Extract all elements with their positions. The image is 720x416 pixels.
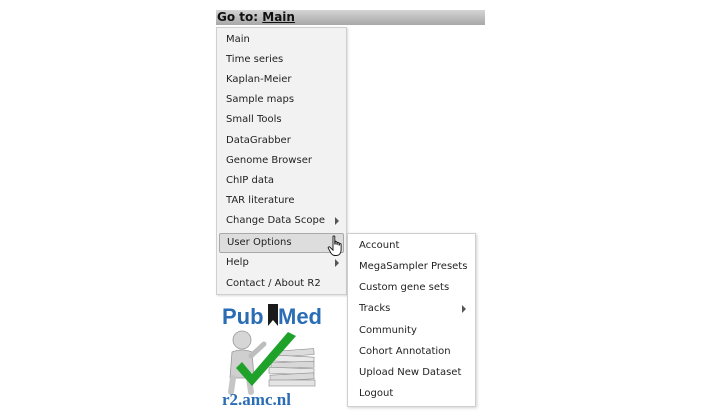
menu-item-label: Sample maps bbox=[226, 94, 295, 105]
submenu-item-label: Cohort Annotation bbox=[359, 346, 451, 357]
menu-item-chip-data[interactable]: ChIP data bbox=[219, 171, 344, 191]
menu-item-time-series[interactable]: Time series bbox=[219, 50, 344, 70]
chevron-right-icon bbox=[335, 217, 339, 225]
goto-main-link[interactable]: Main bbox=[262, 10, 295, 24]
menu-item-tar-literature[interactable]: TAR literature bbox=[219, 191, 344, 211]
menu-item-user-options[interactable]: User Options bbox=[219, 233, 344, 253]
submenu-item-label: Logout bbox=[359, 388, 394, 399]
menu-item-genome-browser[interactable]: Genome Browser bbox=[219, 151, 344, 171]
menu-item-contact-about[interactable]: Contact / About R2 bbox=[219, 274, 344, 294]
menu-item-help[interactable]: Help bbox=[219, 253, 344, 273]
submenu-item-label: Custom gene sets bbox=[359, 282, 450, 293]
goto-prefix: Go to: bbox=[217, 10, 259, 24]
chevron-right-icon bbox=[462, 305, 466, 313]
submenu-item-community[interactable]: Community bbox=[348, 320, 475, 341]
submenu-item-cohort-annotation[interactable]: Cohort Annotation bbox=[348, 341, 475, 362]
submenu-item-label: Upload New Dataset bbox=[359, 367, 462, 378]
goto-bar: Go to: Main bbox=[216, 10, 485, 25]
menu-item-label: DataGrabber bbox=[226, 135, 291, 146]
submenu-item-account[interactable]: Account bbox=[348, 235, 475, 256]
menu-item-sample-maps[interactable]: Sample maps bbox=[219, 90, 344, 110]
logo-med-text: Med bbox=[278, 304, 322, 329]
submenu-item-label: MegaSampler Presets bbox=[359, 261, 468, 272]
menu-item-label: User Options bbox=[227, 237, 292, 248]
menu-item-label: Change Data Scope bbox=[226, 215, 325, 226]
menu-item-label: Help bbox=[226, 257, 249, 268]
submenu-item-tracks[interactable]: Tracks bbox=[348, 298, 475, 319]
submenu-item-logout[interactable]: Logout bbox=[348, 383, 475, 404]
menu-item-kaplan-meier[interactable]: Kaplan-Meier bbox=[219, 70, 344, 90]
menu-item-label: Contact / About R2 bbox=[226, 278, 321, 289]
menu-item-label: Small Tools bbox=[226, 114, 282, 125]
submenu-item-label: Tracks bbox=[359, 303, 391, 314]
bookmark-icon bbox=[268, 304, 278, 326]
logo-pub-text: Pub bbox=[222, 304, 264, 329]
submenu-item-custom-gene-sets[interactable]: Custom gene sets bbox=[348, 277, 475, 298]
menu-item-label: ChIP data bbox=[226, 175, 275, 186]
submenu-item-label: Community bbox=[359, 325, 417, 336]
menu-item-datagrabber[interactable]: DataGrabber bbox=[219, 131, 344, 151]
menu-item-label: Time series bbox=[226, 54, 284, 65]
menu-item-small-tools[interactable]: Small Tools bbox=[219, 110, 344, 130]
chevron-right-icon bbox=[335, 259, 339, 267]
logo-url-text: r2.amc.nl bbox=[222, 390, 291, 409]
menu-item-main[interactable]: Main bbox=[219, 30, 344, 50]
user-options-submenu: Account MegaSampler Presets Custom gene … bbox=[347, 233, 476, 407]
pubmed-r2-logo: Pub Med r2.amc.nl bbox=[222, 304, 322, 409]
menu-item-label: Genome Browser bbox=[226, 155, 312, 166]
menu-item-label: Main bbox=[226, 34, 250, 45]
menu-item-label: Kaplan-Meier bbox=[226, 74, 292, 85]
person-figure-icon bbox=[228, 330, 267, 395]
submenu-item-label: Account bbox=[359, 240, 400, 251]
menu-item-change-data-scope[interactable]: Change Data Scope bbox=[219, 211, 344, 231]
hand-cursor-icon bbox=[327, 235, 342, 256]
submenu-item-upload-new-dataset[interactable]: Upload New Dataset bbox=[348, 362, 475, 383]
menu-item-label: TAR literature bbox=[226, 195, 295, 206]
submenu-item-megasampler-presets[interactable]: MegaSampler Presets bbox=[348, 256, 475, 277]
